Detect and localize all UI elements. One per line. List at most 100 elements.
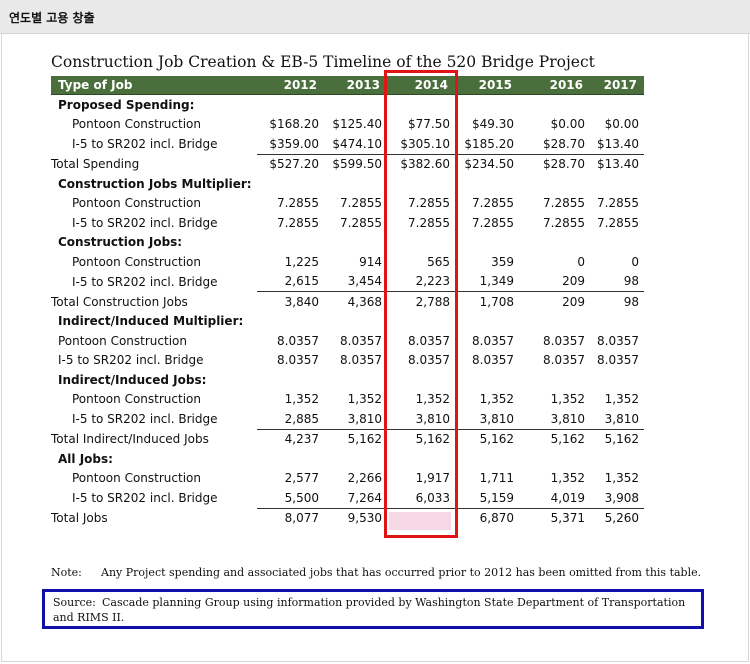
value-cell: 2,266	[347, 471, 382, 486]
value-cell	[590, 370, 644, 390]
value-cell: 0	[577, 254, 585, 269]
value-cell	[257, 449, 324, 469]
value-cell	[455, 370, 519, 390]
value-cell: 1,349	[479, 274, 514, 289]
table-row: I-5 to SR202 incl. Bridge 5,500 7,264 6,033…	[51, 488, 644, 508]
jobs-table: Type of Job 2012 2013 2014 2015 2016 201…	[51, 76, 644, 528]
value-cell: 1,352	[347, 392, 382, 407]
value-cell: $49.30	[472, 117, 514, 132]
value-cell: $28.70	[543, 136, 585, 151]
value-cell: 2,885	[284, 411, 319, 426]
value-cell	[590, 233, 644, 253]
value-cell: 1,225	[284, 254, 319, 269]
value-cell	[324, 312, 387, 332]
table-row: I-5 to SR202 incl. Bridge 8.0357 8.0357 8.0…	[51, 351, 644, 371]
value-cell: 7.2855	[597, 196, 639, 211]
value-cell: $28.70	[519, 153, 590, 174]
value-cell: 8.0357	[340, 353, 382, 368]
section-label: Construction Jobs:	[58, 235, 183, 250]
value-cell	[590, 312, 644, 332]
value-cell	[590, 174, 644, 194]
source-callout: Source: Cascade planning Group using info…	[42, 589, 704, 629]
value-cell: 8.0357	[472, 333, 514, 348]
value-cell: 3,810	[479, 411, 514, 426]
row-label: I-5 to SR202 incl. Bridge	[72, 137, 218, 151]
value-cell: 2,615	[284, 274, 319, 289]
value-cell: $13.40	[590, 153, 644, 174]
value-cell: 4,368	[324, 291, 387, 312]
value-cell: 98	[590, 291, 644, 312]
value-cell: 3,810	[347, 411, 382, 426]
value-cell: 0	[631, 254, 639, 269]
note-label: Note:	[51, 566, 82, 579]
source-text: Cascade planning Group using information…	[53, 596, 686, 624]
value-cell	[519, 449, 590, 469]
section-label: All Jobs:	[58, 451, 113, 466]
value-cell	[455, 95, 519, 115]
row-label: Total Spending	[51, 157, 140, 171]
value-cell: 4,237	[257, 428, 324, 449]
value-cell: $168.20	[269, 117, 319, 132]
value-cell	[324, 233, 387, 253]
row-label: I-5 to SR202 incl. Bridge	[72, 215, 218, 230]
value-cell: 8.0357	[340, 333, 382, 348]
section-label: Indirect/Induced Multiplier:	[58, 314, 244, 329]
table-row: I-5 to SR202 incl. Bridge 7.2855 7.2855 7.2…	[51, 213, 644, 233]
value-cell: 359	[491, 254, 514, 269]
row-label: I-5 to SR202 incl. Bridge	[72, 491, 218, 505]
value-cell: 3,908	[604, 490, 639, 505]
note-text: Any Project spending and associated jobs…	[101, 566, 702, 579]
value-cell	[519, 174, 590, 194]
table-row: I-5 to SR202 incl. Bridge 2,615 3,454 2,223…	[51, 272, 644, 292]
value-cell	[455, 449, 519, 469]
value-cell	[324, 370, 387, 390]
column-header-2017: 2017	[590, 76, 644, 95]
year-2014-column-highlight	[384, 70, 458, 538]
source-label: Source:	[53, 596, 96, 609]
value-cell: 1,352	[604, 471, 639, 486]
section-label: Indirect/Induced Jobs:	[58, 372, 207, 387]
value-cell	[257, 233, 324, 253]
value-cell	[257, 370, 324, 390]
row-label: I-5 to SR202 incl. Bridge	[58, 353, 204, 368]
page-header-bar: 연도별 고용 창출	[0, 0, 750, 34]
table-row: Pontoon Construction 1,352 1,352 1,352 1,352…	[51, 390, 644, 410]
table-row: Total Indirect/Induced Jobs 4,237 5,162 5,1…	[51, 428, 644, 449]
row-label: Pontoon Construction	[72, 254, 201, 269]
row-label: Pontoon Construction	[72, 117, 201, 132]
value-cell: 3,840	[257, 291, 324, 312]
table-row: I-5 to SR202 incl. Bridge 2,885 3,810 3,810…	[51, 409, 644, 429]
table-row: Pontoon Construction 2,577 2,266 1,917 1,711…	[51, 469, 644, 489]
value-cell	[324, 174, 387, 194]
value-cell: 5,371	[519, 507, 590, 528]
value-cell: 3,810	[604, 411, 639, 426]
table-row: I-5 to SR202 incl. Bridge $359.00 $474.10 $…	[51, 134, 644, 154]
value-cell: 8.0357	[543, 333, 585, 348]
row-label: Pontoon Construction	[72, 392, 201, 407]
value-cell	[455, 233, 519, 253]
value-cell: 1,352	[550, 392, 585, 407]
value-cell: 9,530	[324, 507, 387, 528]
value-cell	[324, 95, 387, 115]
table-section-row: Proposed Spending:	[51, 95, 644, 115]
value-cell	[590, 449, 644, 469]
value-cell: 8.0357	[472, 353, 514, 368]
value-cell: 7.2855	[277, 196, 319, 211]
table-section-row: Construction Jobs Multiplier:	[51, 174, 644, 194]
table-header-row: Type of Job 2012 2013 2014 2015 2016 201…	[51, 76, 644, 95]
table-section-row: Indirect/Induced Multiplier:	[51, 312, 644, 332]
section-label: Proposed Spending:	[58, 97, 195, 112]
value-cell	[519, 95, 590, 115]
table-row: Pontoon Construction 7.2855 7.2855 7.2855 7.…	[51, 194, 644, 214]
value-cell: 3,454	[347, 274, 382, 289]
value-cell	[590, 95, 644, 115]
row-label: I-5 to SR202 incl. Bridge	[72, 274, 218, 289]
value-cell: 7.2855	[472, 215, 514, 230]
table-section-row: Construction Jobs:	[51, 233, 644, 253]
table-row: Pontoon Construction 8.0357 8.0357 8.0357 8.…	[51, 331, 644, 351]
value-cell: 7.2855	[277, 215, 319, 230]
value-cell	[257, 174, 324, 194]
column-header-2012: 2012	[257, 76, 324, 95]
section-label: Construction Jobs Multiplier:	[58, 176, 252, 191]
value-cell: 1,352	[550, 471, 585, 486]
